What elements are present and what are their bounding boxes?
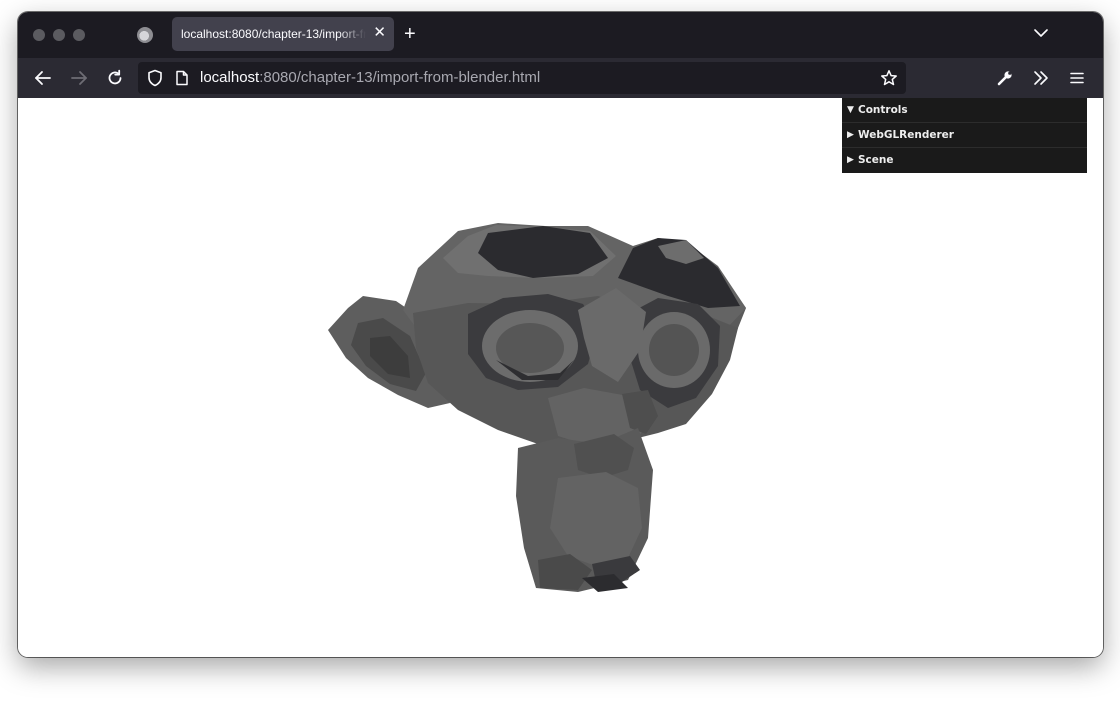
- reload-button[interactable]: [105, 68, 125, 88]
- app-menu-button[interactable]: [1067, 68, 1087, 88]
- chevron-down-icon: ▼: [847, 105, 854, 115]
- zoom-window-button[interactable]: [73, 29, 85, 41]
- page-content: ▼ Controls ▶ WebGLRenderer ▶ Scene: [18, 98, 1103, 657]
- tab-title: localhost:8080/chapter-13/import-from-bl…: [181, 27, 366, 41]
- back-button[interactable]: [33, 68, 53, 88]
- page-icon[interactable]: [174, 70, 190, 86]
- tools-button[interactable]: [995, 68, 1015, 88]
- gui-folder-label: Controls: [858, 104, 908, 116]
- forward-button[interactable]: [69, 68, 89, 88]
- gui-folder-label: Scene: [858, 154, 894, 166]
- gui-folder-scene[interactable]: ▶ Scene: [842, 148, 1087, 173]
- url-path: :8080/chapter-13/import-from-blender.htm…: [259, 69, 541, 86]
- reload-icon: [108, 69, 122, 85]
- chevron-down-icon[interactable]: [1034, 26, 1048, 40]
- navigation-toolbar: localhost:8080/chapter-13/import-from-bl…: [18, 58, 1103, 98]
- gui-folder-label: WebGLRenderer: [858, 129, 954, 141]
- chevron-right-icon: ▶: [847, 130, 854, 140]
- chevron-right-icon: ▶: [847, 155, 854, 165]
- tab-close-icon[interactable]: ✕: [373, 25, 386, 41]
- firefox-view-icon[interactable]: [137, 27, 153, 43]
- controls-panel: ▼ Controls ▶ WebGLRenderer ▶ Scene: [842, 98, 1087, 173]
- new-tab-button[interactable]: +: [404, 23, 416, 45]
- url-text[interactable]: localhost:8080/chapter-13/import-from-bl…: [200, 69, 540, 86]
- monkey-head-model: [328, 223, 746, 592]
- address-bar[interactable]: localhost:8080/chapter-13/import-from-bl…: [138, 62, 906, 94]
- hamburger-icon: [1070, 72, 1084, 84]
- arrow-right-icon: [71, 71, 87, 85]
- chevrons-right-icon: [1034, 71, 1048, 85]
- webgl-canvas[interactable]: [18, 98, 1103, 657]
- minimize-window-button[interactable]: [53, 29, 65, 41]
- shield-icon[interactable]: [146, 69, 164, 87]
- star-icon[interactable]: [880, 69, 898, 87]
- wrench-icon: [997, 71, 1012, 86]
- gui-folder-webglrenderer[interactable]: ▶ WebGLRenderer: [842, 123, 1087, 148]
- tab-bar: localhost:8080/chapter-13/import-from-bl…: [18, 12, 1103, 58]
- url-host: localhost: [200, 69, 260, 86]
- browser-window: localhost:8080/chapter-13/import-from-bl…: [18, 12, 1103, 657]
- overflow-menu-button[interactable]: [1031, 68, 1051, 88]
- tab-active[interactable]: localhost:8080/chapter-13/import-from-bl…: [172, 17, 394, 51]
- arrow-left-icon: [35, 71, 51, 85]
- close-window-button[interactable]: [33, 29, 45, 41]
- gui-folder-controls[interactable]: ▼ Controls: [842, 98, 1087, 123]
